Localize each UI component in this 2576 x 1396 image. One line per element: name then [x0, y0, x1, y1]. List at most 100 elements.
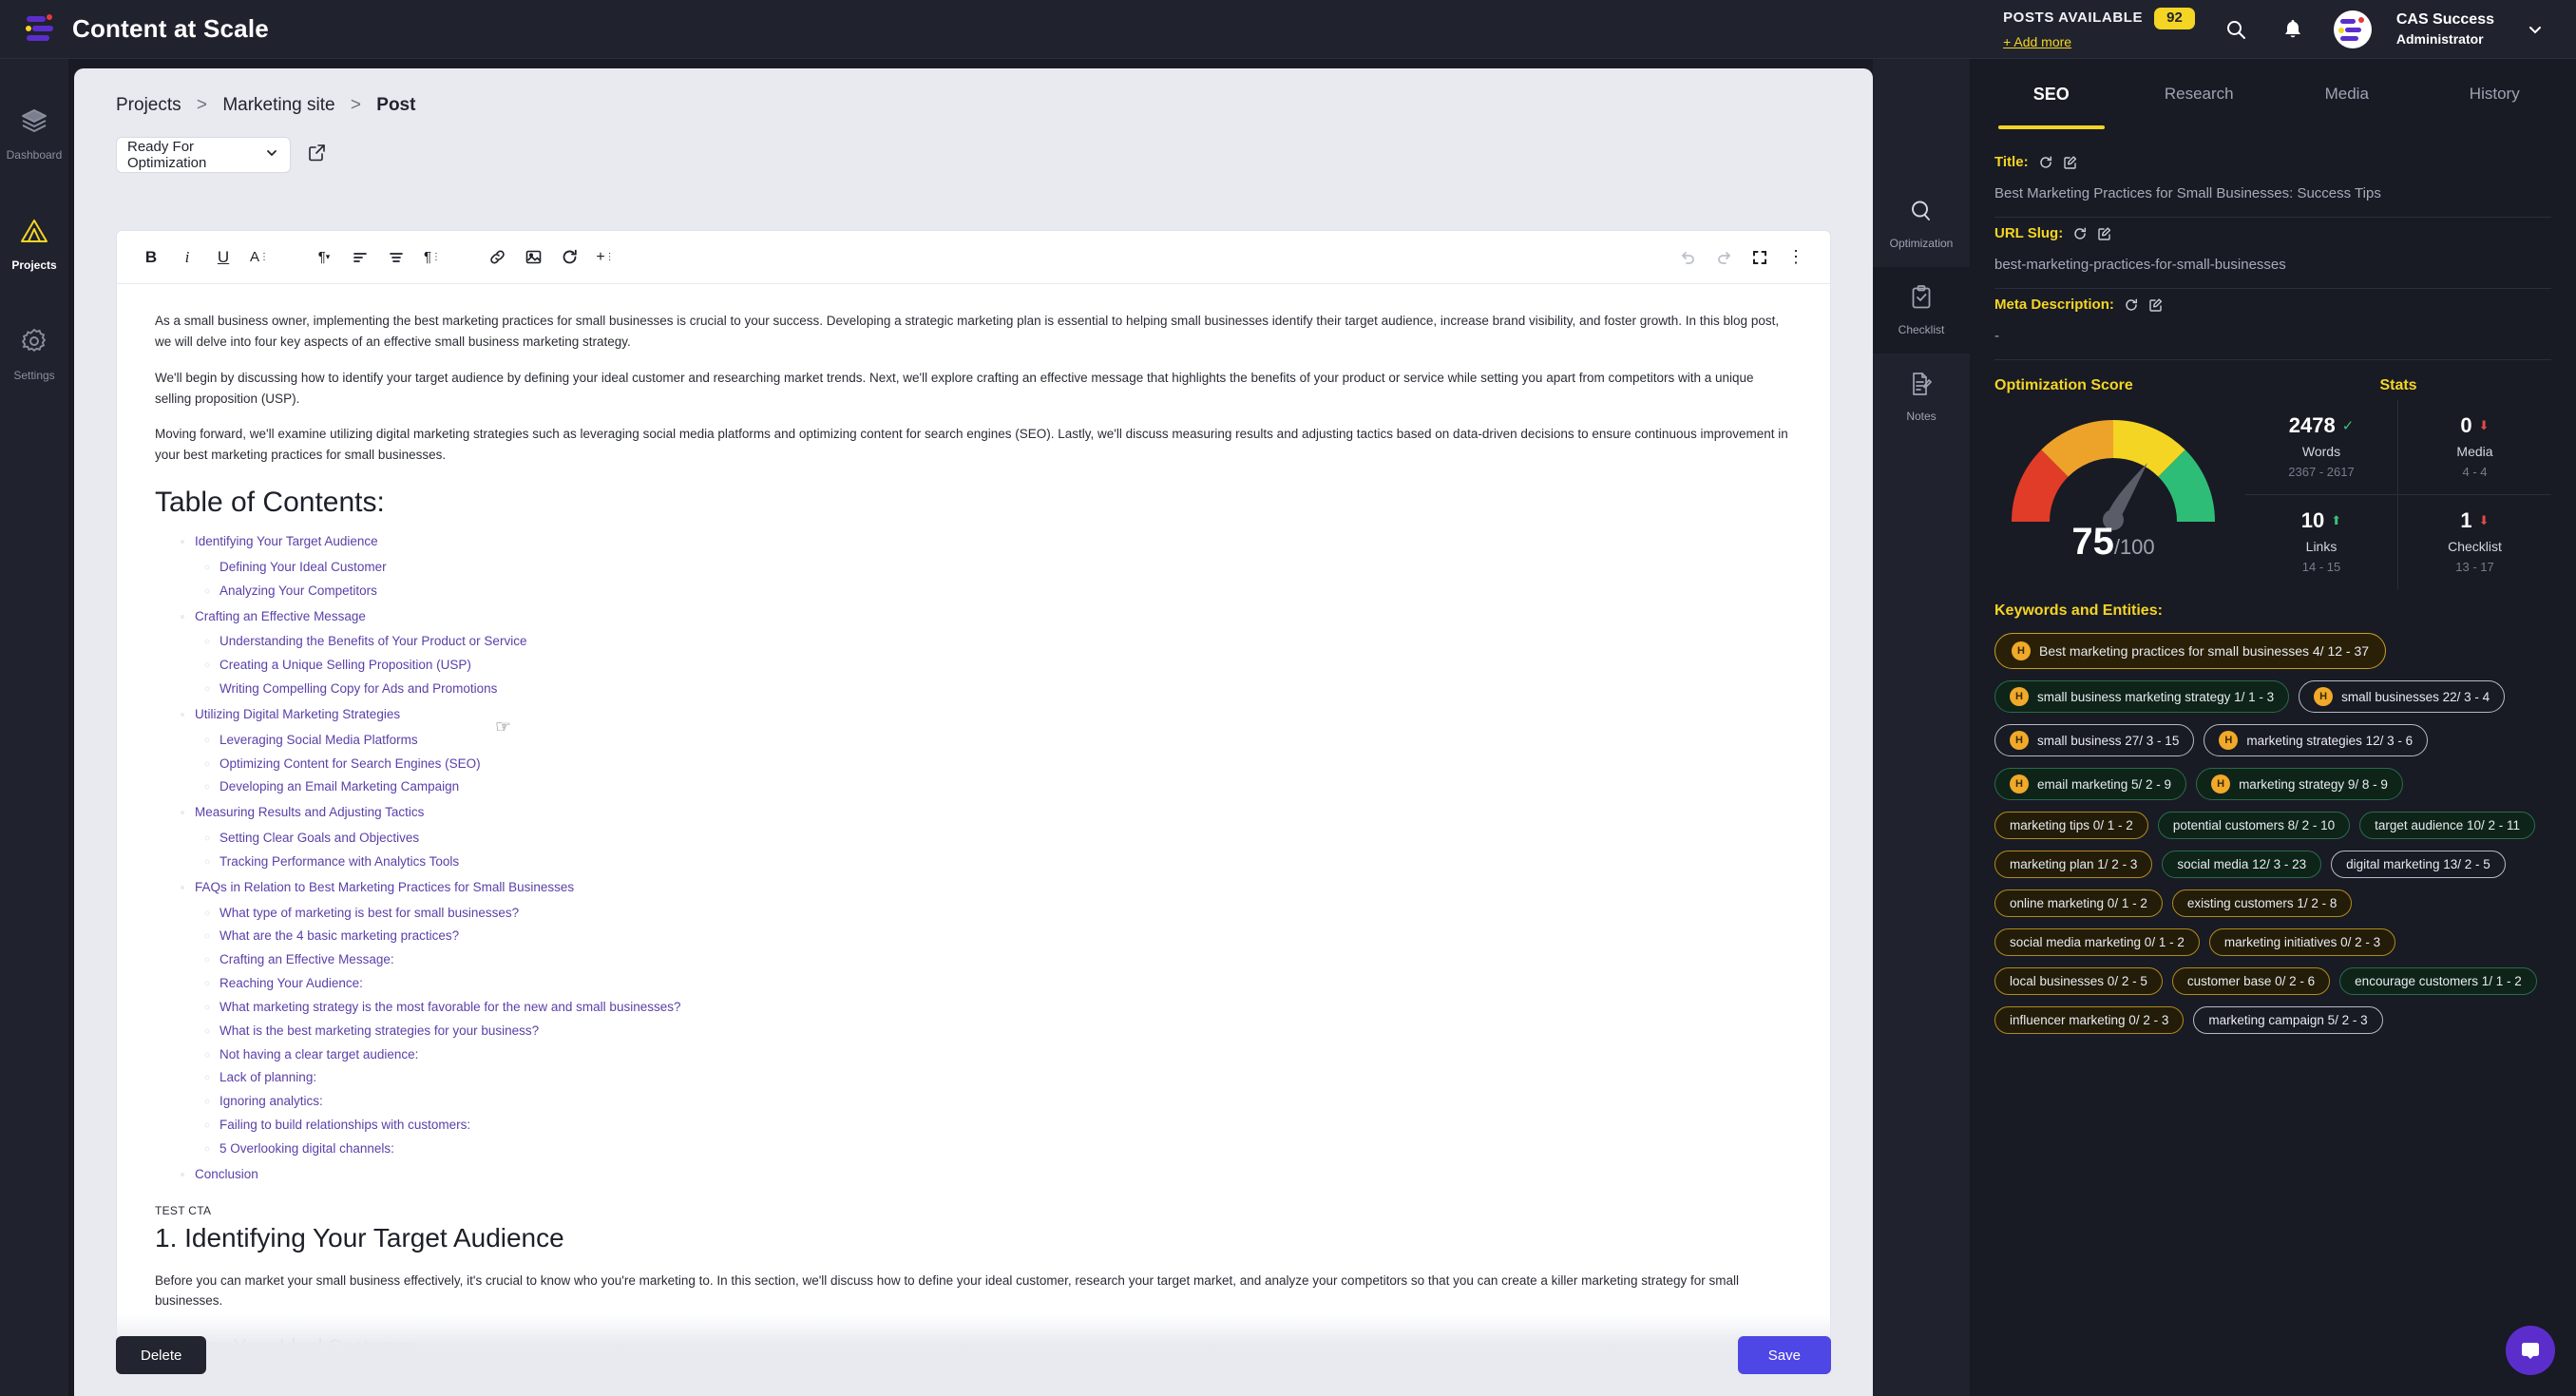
toc-link[interactable]: Creating a Unique Selling Proposition (U… [219, 658, 471, 672]
align-center-icon[interactable] [379, 240, 413, 275]
toc-link[interactable]: Crafting an Effective Message: [219, 952, 394, 966]
keyword-chip[interactable]: existing customers 1/ 2 - 8 [2171, 889, 2353, 917]
keyword-chip[interactable]: social media 12/ 3 - 23 [2162, 851, 2322, 878]
keyword-chip[interactable]: customer base 0/ 2 - 6 [2171, 967, 2331, 995]
edit-pencil-icon[interactable] [2097, 226, 2112, 241]
keyword-chip[interactable]: marketing initiatives 0/ 2 - 3 [2208, 928, 2396, 956]
status-select[interactable]: Ready For Optimization [116, 137, 291, 173]
link-icon[interactable] [480, 240, 514, 275]
regenerate-icon[interactable] [2072, 226, 2088, 241]
toc-link[interactable]: Understanding the Benefits of Your Produ… [219, 634, 526, 648]
toc-link[interactable]: FAQs in Relation to Best Marketing Pract… [195, 880, 574, 894]
search-icon[interactable] [2220, 13, 2252, 46]
paragraph-format-icon[interactable]: ¶ ▾ [307, 240, 341, 275]
brand[interactable]: Content at Scale [0, 13, 269, 46]
avatar[interactable] [2333, 10, 2372, 48]
toc-link[interactable]: Analyzing Your Competitors [219, 583, 377, 598]
keyword-chip[interactable]: digital marketing 13/ 2 - 5 [2331, 851, 2506, 878]
toc-link[interactable]: Crafting an Effective Message [195, 609, 366, 623]
toc-link[interactable]: Reaching Your Audience: [219, 976, 363, 990]
toc-link[interactable]: Tracking Performance with Analytics Tool… [219, 854, 459, 869]
toc-link[interactable]: Writing Compelling Copy for Ads and Prom… [219, 681, 497, 696]
keyword-chip[interactable]: Hsmall business 27/ 3 - 15 [1994, 724, 2195, 756]
keyword-chip[interactable]: marketing tips 0/ 1 - 2 [1994, 812, 2148, 839]
tab-research[interactable]: Research [2126, 59, 2274, 129]
toc-link[interactable]: Optimizing Content for Search Engines (S… [219, 756, 481, 771]
toc-link[interactable]: Conclusion [195, 1167, 258, 1181]
keyword-chip[interactable]: influencer marketing 0/ 2 - 3 [1994, 1006, 2185, 1034]
keyword-chip[interactable]: marketing plan 1/ 2 - 3 [1994, 851, 2153, 878]
italic-icon[interactable]: i [170, 240, 204, 275]
open-external-icon[interactable] [308, 143, 326, 166]
underline-icon[interactable]: U [206, 240, 240, 275]
toc-link[interactable]: What type of marketing is best for small… [219, 906, 519, 920]
keyword-chip[interactable]: H Best marketing practices for small busi… [1994, 633, 2387, 669]
stat-range: 13 - 17 [2455, 560, 2494, 574]
toc-link[interactable]: Developing an Email Marketing Campaign [219, 779, 459, 794]
toc-link[interactable]: What marketing strategy is the most favo… [219, 1000, 680, 1014]
toc-link[interactable]: 5 Overlooking digital channels: [219, 1141, 394, 1156]
seo-rail-notes[interactable]: Notes [1873, 354, 1970, 440]
more-options-icon[interactable]: ⋮ [1779, 240, 1813, 275]
toc-link[interactable]: Defining Your Ideal Customer [219, 560, 387, 574]
delete-button[interactable]: Delete [116, 1336, 207, 1374]
undo-icon[interactable] [1670, 240, 1705, 275]
paragraph-more-icon[interactable]: ¶ ⋮ [415, 240, 449, 275]
breadcrumb-project[interactable]: Marketing site [222, 95, 334, 115]
edit-pencil-icon[interactable] [2148, 297, 2164, 313]
notifications-bell-icon[interactable] [2277, 13, 2309, 46]
regenerate-icon[interactable] [2038, 155, 2053, 170]
toc-link[interactable]: Ignoring analytics: [219, 1094, 323, 1108]
insert-more-icon[interactable]: + ⋮ [588, 240, 622, 275]
bold-icon[interactable]: B [134, 240, 168, 275]
sidebar-item-dashboard[interactable]: Dashboard [0, 106, 68, 162]
tab-history[interactable]: History [2421, 59, 2569, 129]
keyword-chip[interactable]: potential customers 8/ 2 - 10 [2157, 812, 2351, 839]
text-style-icon[interactable]: A ⋮ [242, 240, 277, 275]
toc-link[interactable]: Leveraging Social Media Platforms [219, 733, 418, 747]
toc-link[interactable]: Setting Clear Goals and Objectives [219, 831, 419, 845]
edit-pencil-icon[interactable] [2063, 155, 2078, 170]
keyword-chip[interactable]: Hmarketing strategy 9/ 8 - 9 [2196, 768, 2403, 800]
keyword-chip[interactable]: social media marketing 0/ 1 - 2 [1994, 928, 2200, 956]
toc-link[interactable]: Failing to build relationships with cust… [219, 1118, 470, 1132]
keyword-chip[interactable]: Hsmall businesses 22/ 3 - 4 [2299, 680, 2506, 713]
chat-support-icon[interactable] [2506, 1326, 2555, 1375]
toc-link[interactable]: What is the best marketing strategies fo… [219, 1023, 539, 1038]
align-left-icon[interactable] [343, 240, 377, 275]
fullscreen-icon[interactable] [1743, 240, 1777, 275]
keyword-chip[interactable]: local businesses 0/ 2 - 5 [1994, 967, 2163, 995]
user-info[interactable]: CAS Success Administrator [2396, 10, 2494, 48]
toc-link[interactable]: Measuring Results and Adjusting Tactics [195, 805, 424, 819]
keyword-chip[interactable]: encourage customers 1/ 1 - 2 [2339, 967, 2537, 995]
toc-link[interactable]: Not having a clear target audience: [219, 1047, 418, 1061]
image-icon[interactable] [516, 240, 550, 275]
toc-link[interactable]: Identifying Your Target Audience [195, 534, 378, 548]
tab-seo[interactable]: SEO [1977, 59, 2126, 129]
save-button[interactable]: Save [1737, 1336, 1831, 1374]
keyword-chip[interactable]: marketing campaign 5/ 2 - 3 [2193, 1006, 2383, 1034]
left-nav-rail: Dashboard Projects Settings [0, 59, 68, 1396]
keyword-chip[interactable]: Hmarketing strategies 12/ 3 - 6 [2204, 724, 2429, 756]
add-more-link[interactable]: + Add more [2003, 34, 2195, 51]
keyword-chip[interactable]: Hsmall business marketing strategy 1/ 1 … [1994, 680, 2290, 713]
chevron-down-icon[interactable] [2519, 13, 2551, 46]
regenerate-icon[interactable] [2124, 297, 2139, 313]
keyword-chip-label: small business 27/ 3 - 15 [2037, 733, 2180, 748]
toc-subitem: 5 Overlooking digital channels: [219, 1138, 1792, 1161]
sidebar-item-settings[interactable]: Settings [0, 327, 68, 382]
redo-icon[interactable] [1707, 240, 1741, 275]
seo-rail-checklist[interactable]: Checklist [1873, 267, 1970, 354]
seo-rail-optimization[interactable]: Optimization [1873, 181, 1970, 267]
toc-link[interactable]: Utilizing Digital Marketing Strategies [195, 707, 400, 721]
toc-link[interactable]: Lack of planning: [219, 1070, 316, 1084]
breadcrumb-projects[interactable]: Projects [116, 95, 181, 115]
tab-media[interactable]: Media [2273, 59, 2421, 129]
keyword-chip[interactable]: Hemail marketing 5/ 2 - 9 [1994, 768, 2187, 800]
keyword-chip[interactable]: online marketing 0/ 1 - 2 [1994, 889, 2163, 917]
toc-link[interactable]: What are the 4 basic marketing practices… [219, 928, 459, 943]
keyword-chip[interactable]: target audience 10/ 2 - 11 [2359, 812, 2536, 839]
sidebar-item-projects[interactable]: Projects [0, 217, 68, 272]
regenerate-icon[interactable] [552, 240, 586, 275]
document-content[interactable]: As a small business owner, implementing … [117, 284, 1830, 1350]
